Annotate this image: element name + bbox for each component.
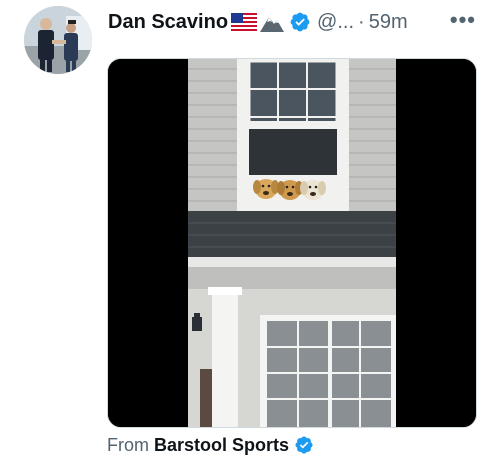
avatar-image	[24, 6, 92, 74]
avatar[interactable]	[24, 6, 92, 74]
separator-dot: ·	[358, 10, 365, 33]
dogs-in-window	[253, 179, 326, 200]
author-name[interactable]: Dan Scavino	[108, 11, 228, 34]
video-frame	[108, 59, 476, 427]
attribution-prefix: From	[107, 434, 149, 455]
more-options-icon[interactable]: •••	[450, 7, 476, 33]
verified-badge-icon	[294, 435, 314, 455]
attribution-source-link[interactable]: Barstool Sports	[154, 435, 289, 456]
tweet-header: Dan Scavino @... · 59m	[108, 8, 486, 36]
author-handle[interactable]: @...	[317, 11, 354, 34]
media-attribution: From Barstool Sports	[107, 432, 314, 458]
tweet-video[interactable]	[107, 58, 477, 428]
timestamp[interactable]: 59m	[369, 11, 408, 34]
verified-badge-icon	[289, 11, 311, 33]
snow-mountain-icon	[260, 12, 285, 32]
us-flag-icon	[231, 13, 258, 31]
